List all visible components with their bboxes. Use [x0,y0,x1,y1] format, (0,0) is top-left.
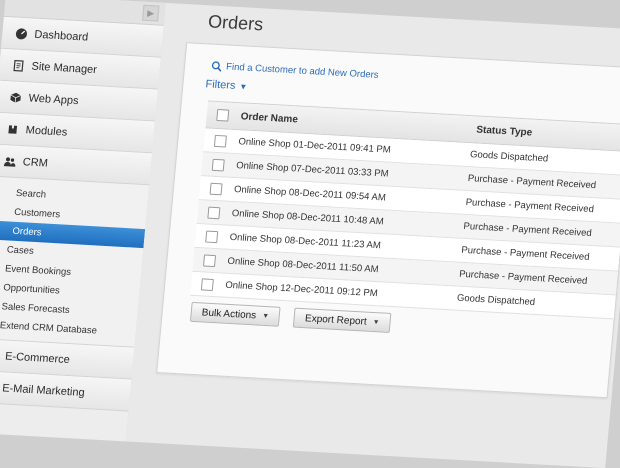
order-name[interactable]: Online Shop 07-Dec-2011 03:33 PM [236,160,389,179]
status-type: Goods Dispatched [469,149,549,165]
puzzle-icon [5,122,20,137]
sidebar-item-label: Web Apps [28,91,80,107]
find-customer-label: Find a Customer to add New Orders [225,61,380,81]
export-report-button[interactable]: Export Report ▼ [293,307,392,333]
chevron-right-icon[interactable]: ▶ [142,4,160,22]
orders-panel: Find a Customer to add New Orders Filter… [156,42,620,399]
crm-submenu: Search Customers Orders Cases Event Book… [0,176,150,348]
filters-toggle[interactable]: Filters ▼ [205,78,248,92]
status-type: Purchase - Payment Received [460,244,590,263]
row-checkbox[interactable] [200,278,214,292]
order-name[interactable]: Online Shop 12-Dec-2011 09:12 PM [225,280,378,299]
caret-down-icon: ▼ [261,312,270,320]
cube-icon [8,90,23,105]
order-name[interactable]: Online Shop 08-Dec-2011 11:23 AM [229,232,381,251]
column-header-order-name[interactable]: Order Name [240,111,298,125]
bulk-actions-button[interactable]: Bulk Actions ▼ [189,301,282,327]
order-name[interactable]: Online Shop 08-Dec-2011 10:48 AM [231,208,384,227]
status-type: Goods Dispatched [456,292,536,308]
row-checkbox[interactable] [213,134,227,148]
select-all-checkbox[interactable] [216,108,230,122]
status-type: Purchase - Payment Received [467,173,597,192]
status-type: Purchase - Payment Received [463,220,593,240]
users-icon [2,154,17,169]
sidebar-item-label: E-Commerce [4,350,71,366]
column-header-status-type[interactable]: Status Type [476,124,533,138]
dashboard-icon [14,26,29,41]
sidebar-item-label: CRM [22,155,49,170]
row-checkbox[interactable] [209,182,223,196]
find-customer-link[interactable]: Find a Customer to add New Orders [211,61,379,81]
order-name[interactable]: Online Shop 08-Dec-2011 09:54 AM [234,184,387,203]
sidebar-item-label: Modules [25,123,68,139]
bulk-actions-label: Bulk Actions [201,306,257,321]
sidebar-item-label: E-Mail Marketing [1,381,86,399]
caret-down-icon: ▼ [372,318,380,326]
table-actions: Bulk Actions ▼ Export Report ▼ [189,301,392,333]
search-icon [211,61,222,72]
sidebar-item-label: Dashboard [33,28,89,44]
row-checkbox[interactable] [207,206,221,220]
row-checkbox[interactable] [202,254,217,268]
order-name[interactable]: Online Shop 08-Dec-2011 11:50 AM [227,256,379,275]
filters-label: Filters [204,78,236,92]
sidebar-item-label: Site Manager [31,60,98,76]
status-type: Purchase - Payment Received [458,268,588,287]
main-content: Orders Find a Customer to add New Orders… [125,2,620,468]
document-icon [11,58,26,73]
page-title: Orders [207,11,265,35]
status-type: Purchase - Payment Received [465,197,595,216]
row-checkbox[interactable] [211,158,225,172]
table-body: Online Shop 01-Dec-2011 09:41 PM Goods D… [190,128,620,320]
export-report-label: Export Report [304,312,368,328]
caret-down-icon: ▼ [239,81,248,92]
orders-table: Order Name Status Type Online Shop 01-De… [190,100,620,320]
row-checkbox[interactable] [205,230,219,244]
order-name[interactable]: Online Shop 01-Dec-2011 09:41 PM [238,136,391,155]
